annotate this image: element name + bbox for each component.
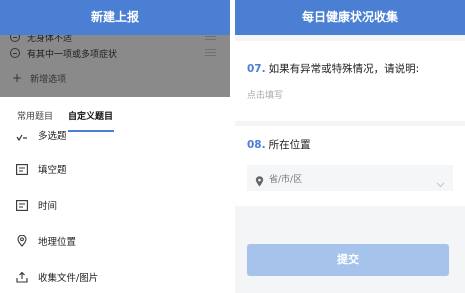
add-option-button[interactable]: + 新增选项: [0, 67, 230, 89]
option-row[interactable]: 有其中一项或多项症状: [0, 42, 230, 64]
submit-button[interactable]: 提交: [247, 244, 449, 276]
left-header-title: 新建上报: [0, 0, 230, 35]
list-item-collect-files[interactable]: 收集文件/图片: [0, 259, 230, 293]
question-title-07: 07. 如果有异常或特殊情况，请说明:: [247, 61, 419, 76]
text-box-icon: [16, 163, 28, 175]
list-item-label: 填空题: [38, 165, 67, 176]
list-item-label: 地理位置: [38, 237, 77, 248]
question-number: 07.: [247, 63, 266, 75]
map-pin-icon: [255, 172, 264, 191]
list-item-location[interactable]: 地理位置: [0, 223, 230, 259]
right-header-title: 每日健康状况收集: [235, 0, 465, 35]
list-item-multiple-choice[interactable]: 多选题: [0, 127, 230, 141]
question-card-08: 08. 所在位置 省/市/区: [235, 126, 465, 206]
location-icon: [16, 235, 28, 247]
list-item-label: 时间: [38, 201, 58, 212]
right-panel-health-form: 每日健康状况收集 07. 如果有异常或特殊情况，请说明: 点击填写 08. 所在位置…: [235, 0, 465, 293]
screenshot-stage: 新建上报 无身体不适 有其中一项或多项症状 + 新增选项 常用题目 自定义题目: [0, 0, 465, 293]
remove-option-icon[interactable]: [10, 35, 20, 42]
list-item-label: 收集文件/图片: [38, 273, 99, 284]
options-overlay: 无身体不适 有其中一项或多项症状 + 新增选项: [0, 35, 230, 97]
remove-option-icon[interactable]: [10, 48, 20, 58]
question-title-08: 08. 所在位置: [247, 137, 311, 152]
option-label: 有其中一项或多项症状: [27, 49, 118, 60]
question-number: 08.: [247, 139, 266, 151]
upload-icon: [16, 271, 28, 283]
list-item-time[interactable]: 时间: [0, 187, 230, 223]
tab-custom-questions[interactable]: 自定义题目: [68, 109, 113, 122]
location-select[interactable]: 省/市/区: [247, 165, 453, 191]
left-panel-new-report: 新建上报 无身体不适 有其中一项或多项症状 + 新增选项 常用题目 自定义题目: [0, 0, 230, 293]
question-text: 所在位置: [268, 139, 311, 151]
drag-handle-icon[interactable]: [205, 49, 216, 56]
drag-handle-icon[interactable]: [205, 35, 216, 40]
answer-input-07[interactable]: 点击填写: [247, 88, 283, 101]
question-text: 如果有异常或特殊情况，请说明:: [268, 63, 420, 75]
list-item-fill-blank[interactable]: 填空题: [0, 151, 230, 187]
tab-common-questions[interactable]: 常用题目: [17, 109, 53, 122]
add-option-label: 新增选项: [30, 74, 67, 85]
question-card-07: 07. 如果有异常或特殊情况，请说明: 点击填写: [235, 41, 465, 121]
list-item-label: 多选题: [38, 131, 67, 141]
location-select-value: 省/市/区: [269, 175, 303, 185]
plus-icon: +: [12, 71, 23, 85]
time-box-icon: [16, 199, 28, 211]
chevron-down-icon: [436, 173, 445, 192]
checkbox-list-icon: [16, 129, 28, 141]
